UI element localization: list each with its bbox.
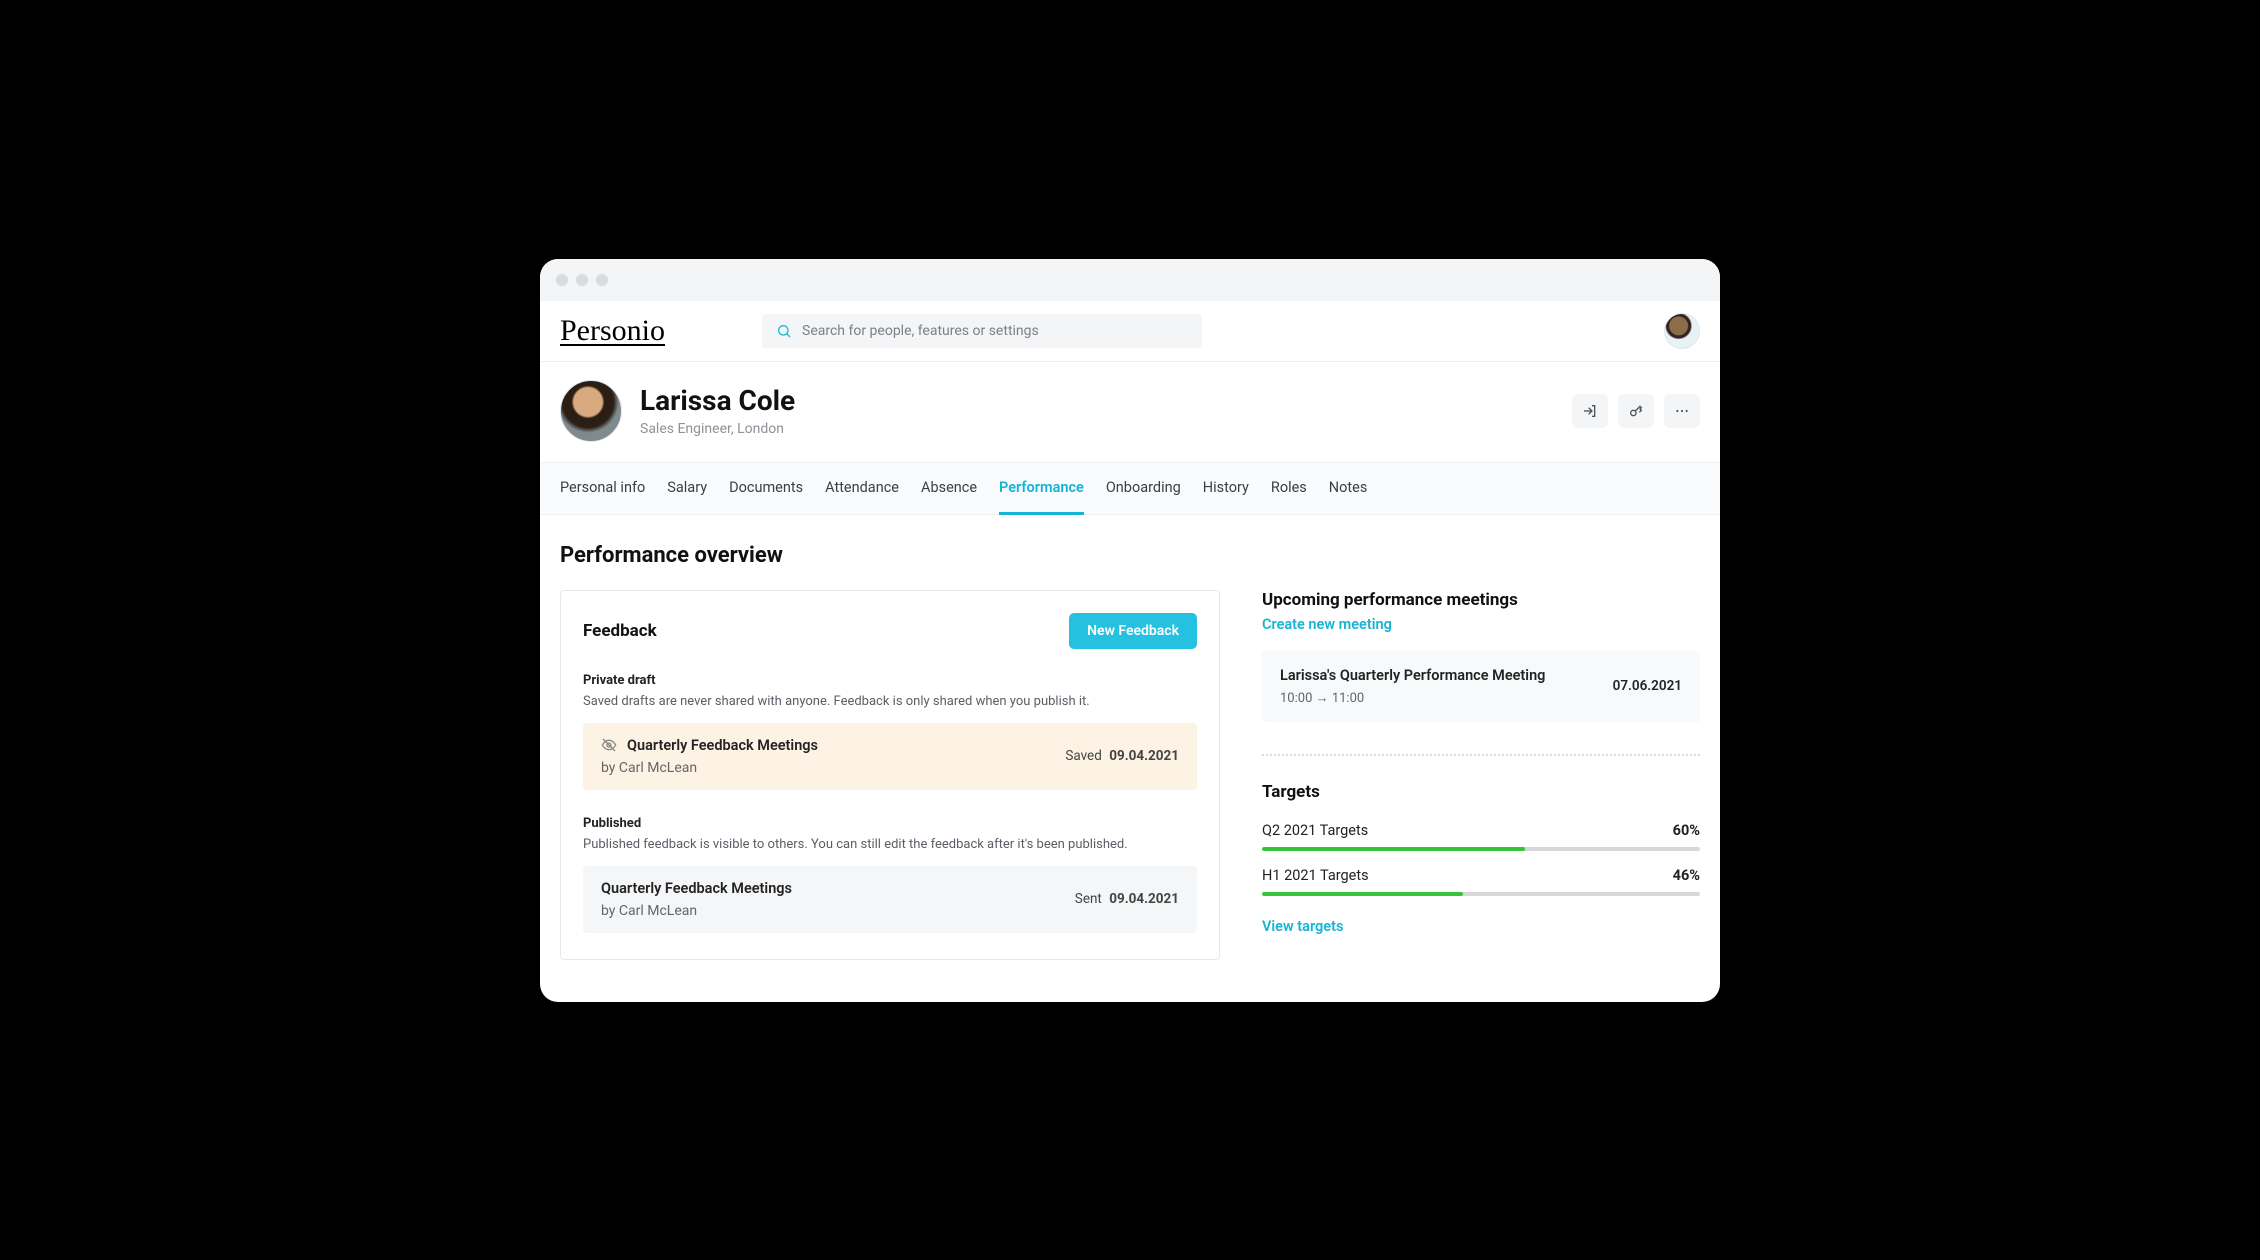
targets-heading: Targets [1262,782,1700,802]
section-divider [1262,754,1700,756]
more-icon [1674,403,1690,419]
meetings-heading: Upcoming performance meetings [1262,590,1700,610]
target-row[interactable]: H1 2021 Targets 46% [1262,867,1700,896]
key-button[interactable] [1618,394,1654,428]
target-row[interactable]: Q2 2021 Targets 60% [1262,822,1700,851]
content: Performance overview Feedback New Feedba… [540,515,1720,1002]
meeting-time: 10:00 → 11:00 [1280,690,1545,706]
meeting-item[interactable]: Larissa's Quarterly Performance Meeting … [1262,651,1700,722]
target-label: H1 2021 Targets [1262,867,1369,884]
mac-title-bar [540,259,1720,301]
tab-personal-info[interactable]: Personal info [560,463,645,514]
view-targets-link[interactable]: View targets [1262,918,1343,935]
tab-roles[interactable]: Roles [1271,463,1307,514]
target-bar [1262,847,1700,851]
eye-off-icon [601,737,617,753]
tab-performance[interactable]: Performance [999,463,1084,515]
search-placeholder: Search for people, features or settings [802,323,1039,339]
employee-name: Larissa Cole [640,384,795,417]
brand-logo[interactable]: Personio [560,314,650,348]
tab-absence[interactable]: Absence [921,463,977,514]
more-button[interactable] [1664,394,1700,428]
published-feedback-author: by Carl McLean [601,903,792,919]
search-input[interactable]: Search for people, features or settings [762,314,1202,348]
draft-section-label: Private draft [583,673,1197,688]
target-label: Q2 2021 Targets [1262,822,1368,839]
tab-notes[interactable]: Notes [1329,463,1368,514]
tab-onboarding[interactable]: Onboarding [1106,463,1181,514]
tabs: Personal info Salary Documents Attendance Ab… [540,462,1720,515]
current-user-avatar[interactable] [1664,313,1700,349]
feedback-card: Feedback New Feedback Private draft Save… [560,590,1220,960]
target-bar-fill [1262,892,1463,896]
meeting-title: Larissa's Quarterly Performance Meeting [1280,667,1545,684]
published-feedback-item[interactable]: Quarterly Feedback Meetings by Carl McLe… [583,866,1197,933]
create-meeting-link[interactable]: Create new meeting [1262,616,1392,633]
tab-documents[interactable]: Documents [729,463,803,514]
published-section-help: Published feedback is visible to others.… [583,837,1197,852]
draft-feedback-meta: Saved 09.04.2021 [1065,748,1179,764]
published-section-label: Published [583,816,1197,831]
traffic-zoom-icon[interactable] [596,274,608,286]
target-percent: 46% [1673,867,1700,884]
page-title: Performance overview [560,543,1700,568]
traffic-close-icon[interactable] [556,274,568,286]
draft-feedback-item[interactable]: Quarterly Feedback Meetings by Carl McLe… [583,723,1197,790]
profile-header: Larissa Cole Sales Engineer, London [540,362,1720,462]
tab-attendance[interactable]: Attendance [825,463,899,514]
app-window: Personio Search for people, features or … [540,259,1720,1002]
impersonate-button[interactable] [1572,394,1608,428]
employee-avatar [560,380,622,442]
employee-subtitle: Sales Engineer, London [640,421,795,437]
target-bar [1262,892,1700,896]
new-feedback-button[interactable]: New Feedback [1069,613,1197,649]
meeting-date: 07.06.2021 [1613,678,1682,694]
traffic-minimize-icon[interactable] [576,274,588,286]
tab-salary[interactable]: Salary [667,463,707,514]
target-percent: 60% [1673,822,1700,839]
feedback-heading: Feedback [583,621,657,641]
target-bar-fill [1262,847,1525,851]
enter-icon [1582,403,1598,419]
search-icon [776,323,792,339]
draft-feedback-title: Quarterly Feedback Meetings [627,737,818,754]
draft-section-help: Saved drafts are never shared with anyon… [583,694,1197,709]
header-actions [1572,394,1700,428]
top-bar: Personio Search for people, features or … [540,301,1720,362]
published-feedback-meta: Sent 09.04.2021 [1075,891,1179,907]
draft-feedback-author: by Carl McLean [601,760,818,776]
tab-history[interactable]: History [1203,463,1249,514]
published-feedback-title: Quarterly Feedback Meetings [601,880,792,897]
key-icon [1628,403,1644,419]
search-wrap: Search for people, features or settings [762,314,1202,348]
